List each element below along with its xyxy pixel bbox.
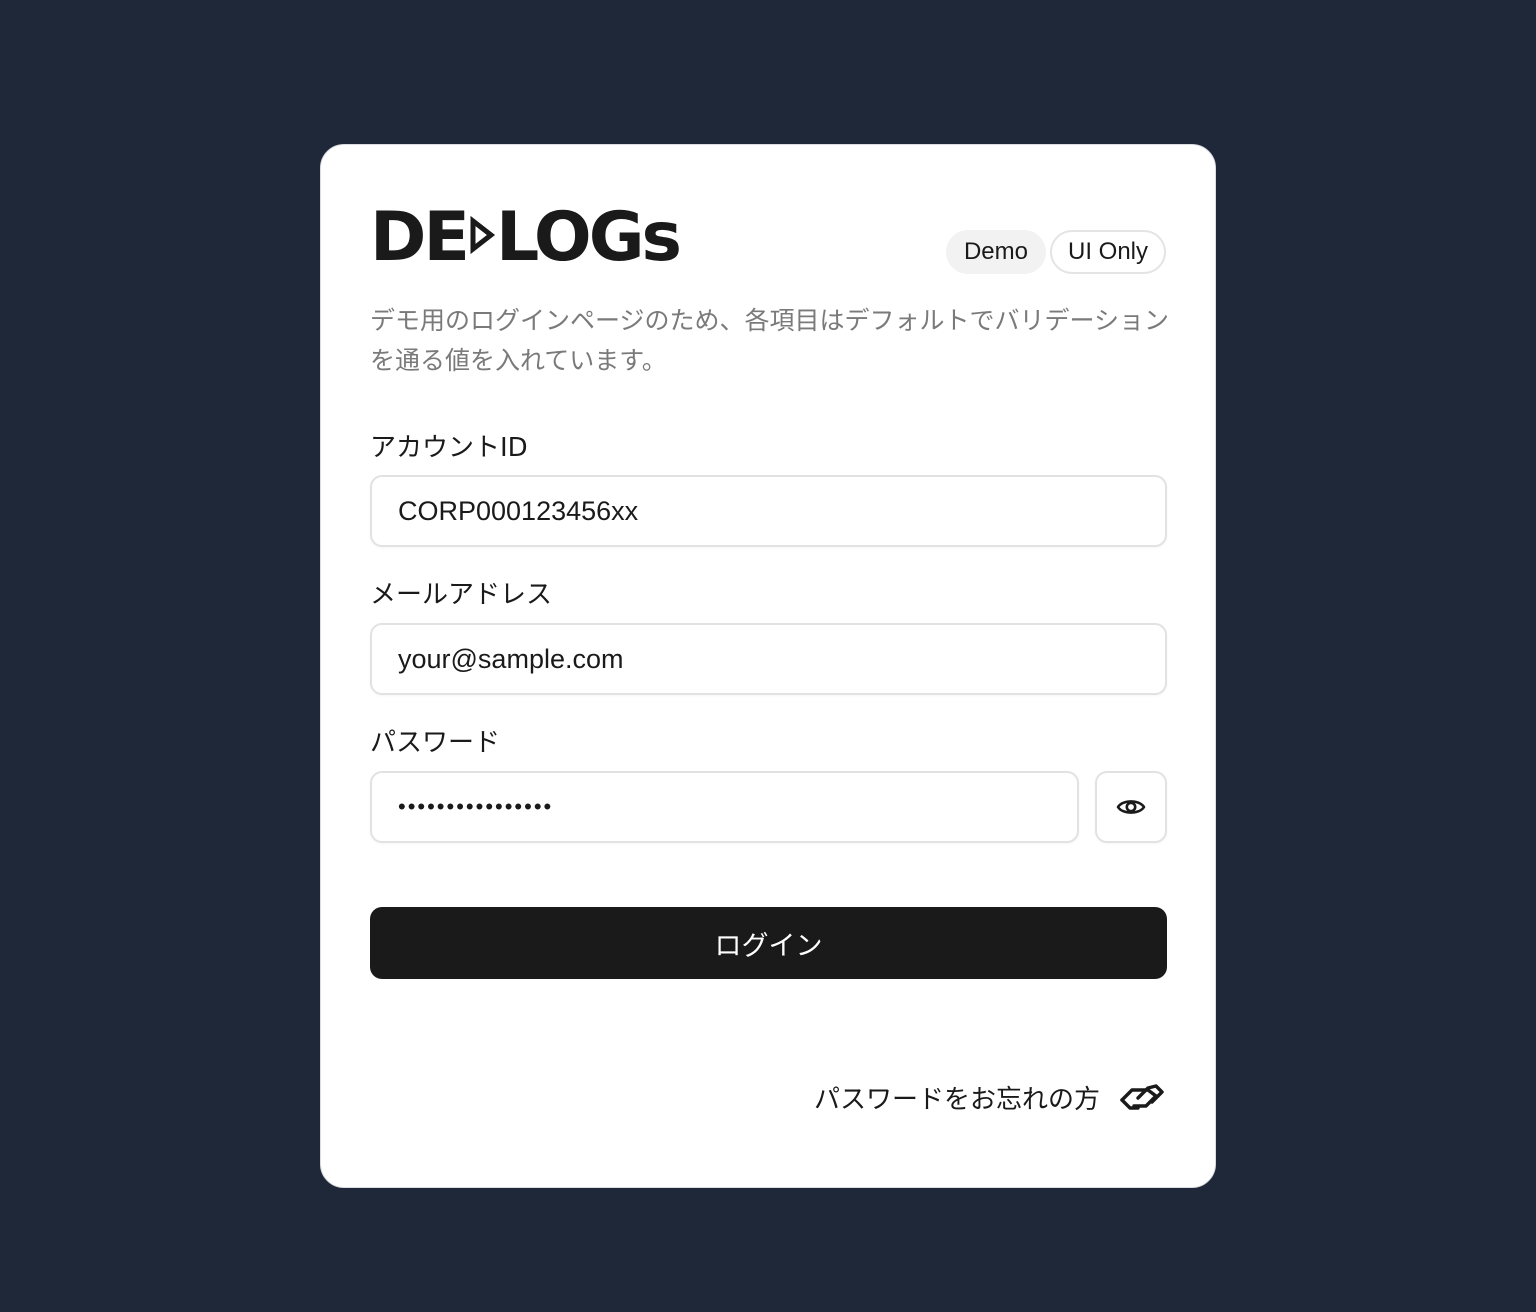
account-id-input[interactable]: CORP000123456xx xyxy=(370,475,1167,547)
login-card: DE LOGs Demo UI Only デモ用のログインページのため、各項目は… xyxy=(320,144,1216,1188)
account-id-label: アカウントID xyxy=(370,433,528,463)
toggle-password-visibility-button[interactable] xyxy=(1095,771,1167,843)
svg-text:DE: DE xyxy=(370,205,467,265)
email-label: メールアドレス xyxy=(370,580,553,610)
forgot-password-label: パスワードをお忘れの方 xyxy=(813,1085,1100,1115)
forgot-password-link[interactable]: パスワードをお忘れの方 xyxy=(814,1079,1166,1116)
eye-icon xyxy=(1116,800,1146,814)
password-label: パスワード xyxy=(370,728,501,758)
svg-text:LOGs: LOGs xyxy=(496,205,680,265)
demo-badge: Demo xyxy=(945,230,1046,274)
page-description: デモ用のログインページのため、各項目はデフォルトでバリデーションを通る値を入れて… xyxy=(370,306,1170,375)
handshake-icon xyxy=(1120,1083,1164,1110)
login-button[interactable]: ログイン xyxy=(370,907,1167,979)
ui-only-badge: UI Only xyxy=(1049,230,1166,274)
password-input[interactable]: •••••••••••••••• xyxy=(370,771,1079,843)
delogs-logo: DE LOGs xyxy=(370,205,683,265)
email-input[interactable]: your@sample.com xyxy=(370,623,1167,695)
badge-group: Demo UI Only xyxy=(945,230,1166,274)
